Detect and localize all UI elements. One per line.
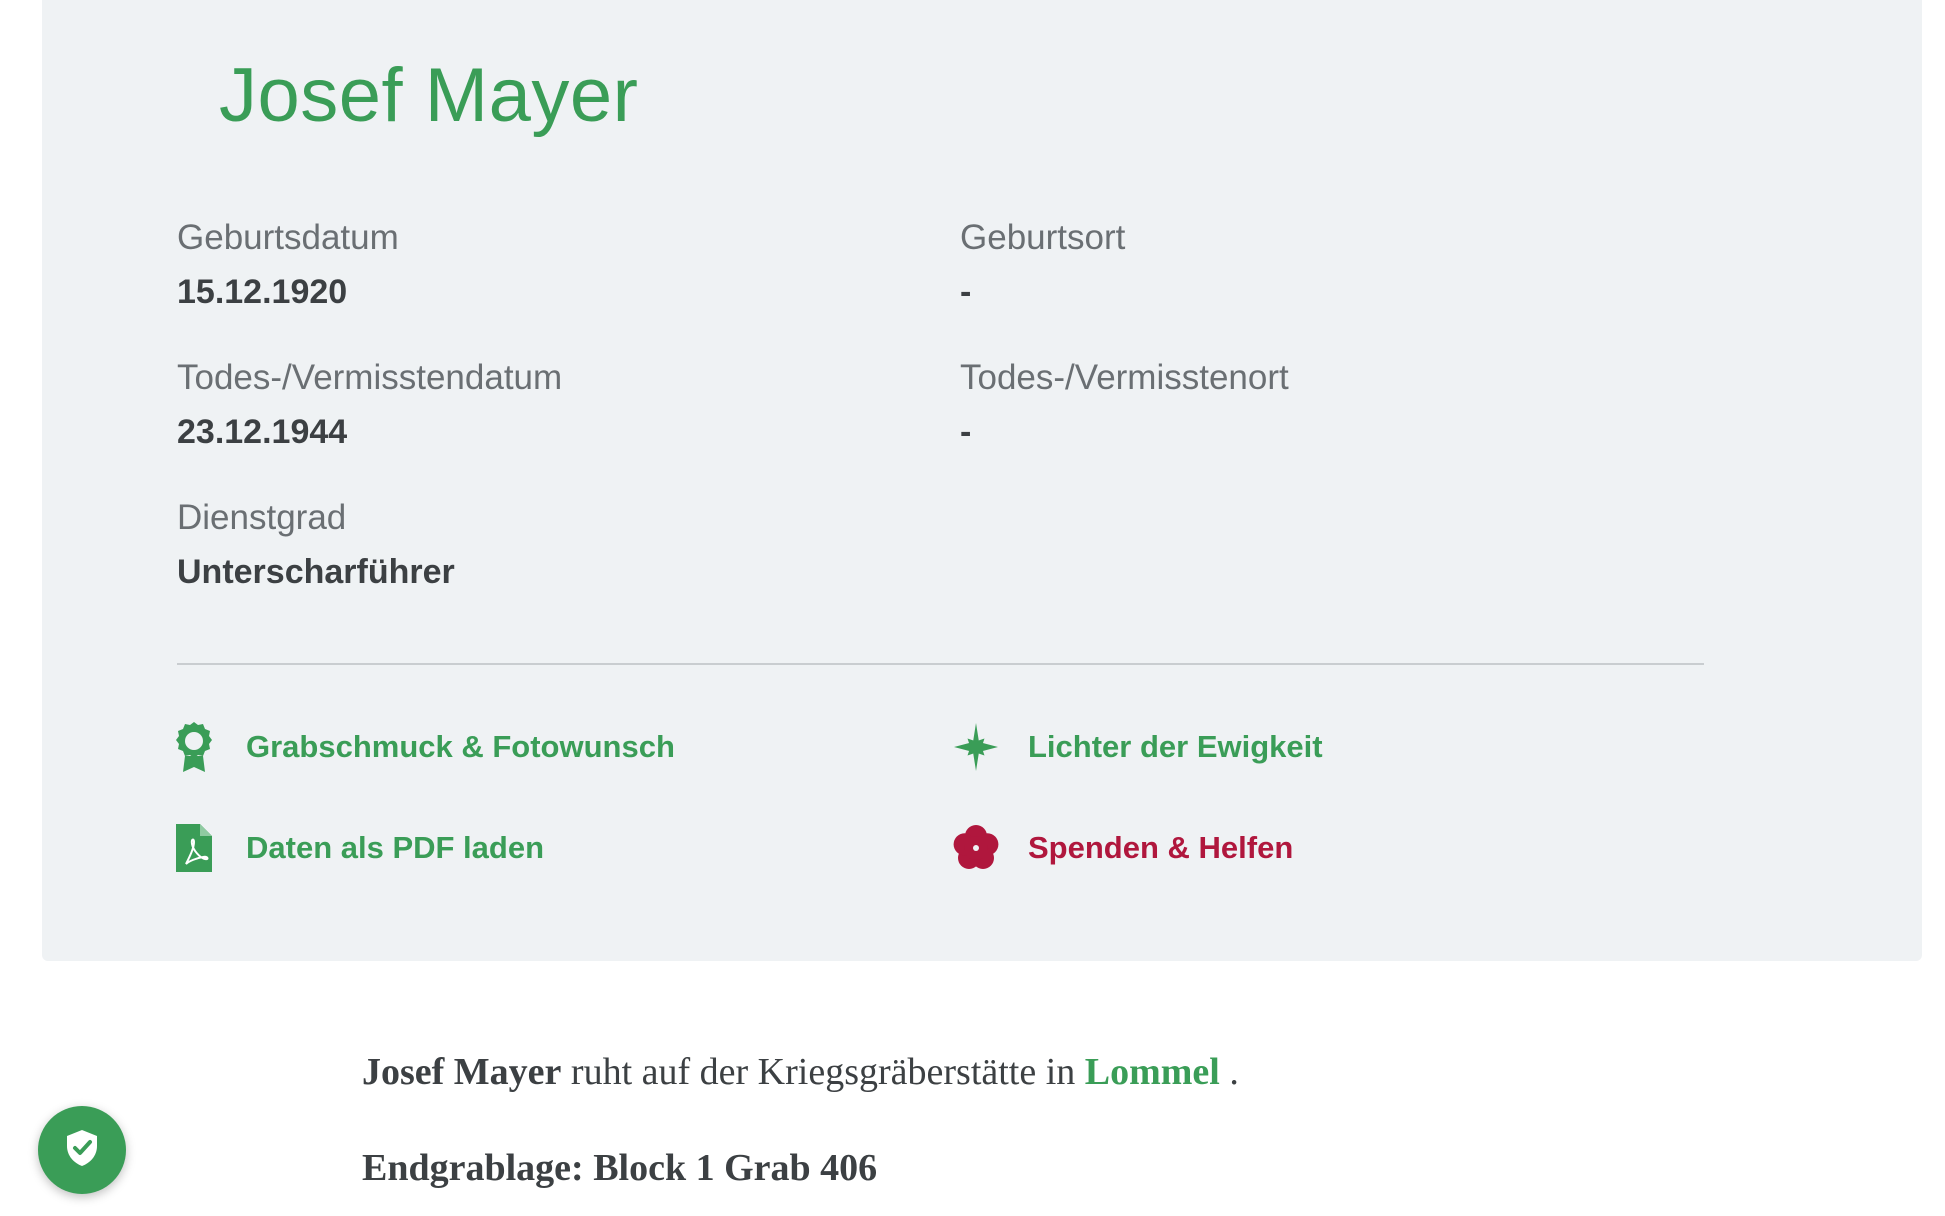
- spenden-link[interactable]: Spenden & Helfen: [950, 820, 1293, 876]
- birth-date-field: Geburtsdatum 15.12.1920: [177, 215, 399, 315]
- final-grave-location: Endgrablage: Block 1 Grab 406: [362, 1147, 878, 1189]
- birth-date-value: 15.12.1920: [177, 273, 348, 311]
- death-place-field: Todes-/Vermisstenort -: [960, 355, 1289, 455]
- birth-place-label: Geburtsort: [960, 218, 1126, 257]
- cemetery-link[interactable]: Lommel: [1085, 1051, 1220, 1093]
- birth-date-label: Geburtsdatum: [177, 218, 399, 257]
- rank-value: Unterscharführer: [177, 553, 455, 591]
- spenden-label: Spenden & Helfen: [1028, 830, 1294, 865]
- rank-field: Dienstgrad Unterscharführer: [177, 495, 455, 595]
- lichter-label: Lichter der Ewigkeit: [1028, 729, 1323, 764]
- death-place-label: Todes-/Vermisstenort: [960, 358, 1289, 397]
- birth-place-value: -: [960, 273, 972, 311]
- death-date-field: Todes-/Vermisstendatum 23.12.1944: [177, 355, 562, 455]
- death-date-value: 23.12.1944: [177, 413, 348, 451]
- star-sparkle-icon: [950, 719, 1002, 775]
- death-date-label: Todes-/Vermisstendatum: [177, 358, 563, 397]
- grave-info-card: Josef Mayer: [42, 0, 1922, 961]
- birth-place-field: Geburtsort -: [960, 215, 1125, 315]
- grabschmuck-link[interactable]: Grabschmuck & Fotowunsch: [168, 719, 675, 775]
- shield-check-icon: [64, 1128, 100, 1173]
- resting-text: ruht auf der Kriegsgräberstätte in: [561, 1051, 1085, 1093]
- divider: [177, 663, 1704, 665]
- resting-person-name: Josef Mayer: [362, 1051, 562, 1093]
- lichter-link[interactable]: Lichter der Ewigkeit: [950, 719, 1323, 775]
- resting-suffix: .: [1219, 1051, 1239, 1093]
- pdf-file-icon: [168, 820, 220, 876]
- rosette-icon: [168, 719, 220, 775]
- page: Josef Mayer Geburtsdatum 15.12.1920 Gebu…: [0, 0, 1945, 1216]
- privacy-settings-button[interactable]: [38, 1106, 126, 1194]
- grabschmuck-label: Grabschmuck & Fotowunsch: [246, 729, 675, 764]
- death-place-value: -: [960, 413, 972, 451]
- pdf-label: Daten als PDF laden: [246, 830, 545, 865]
- person-name: Josef Mayer: [219, 53, 639, 138]
- rank-label: Dienstgrad: [177, 498, 347, 537]
- flower-icon: [950, 820, 1002, 876]
- pdf-download-link[interactable]: Daten als PDF laden: [168, 820, 544, 876]
- resting-place-sentence: Josef Mayer ruht auf der Kriegsgräberstä…: [362, 1050, 1239, 1094]
